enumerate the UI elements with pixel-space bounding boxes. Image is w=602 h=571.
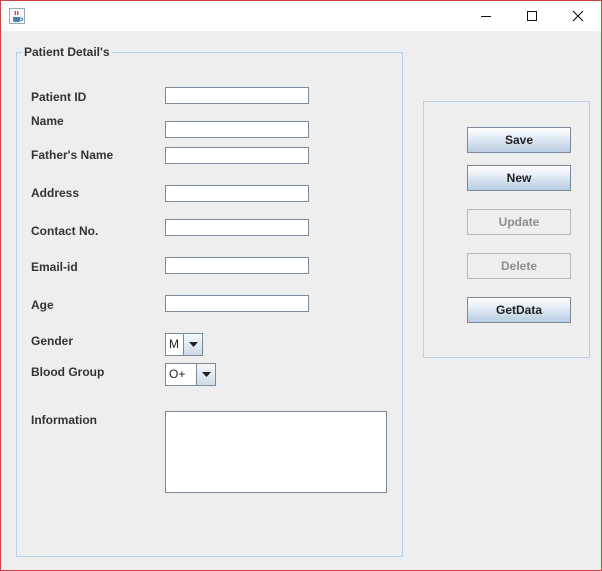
minimize-button[interactable]	[463, 1, 509, 31]
fathers-name-field[interactable]	[165, 147, 309, 164]
gender-dropdown[interactable]: M	[165, 333, 203, 356]
gender-selected: M	[169, 337, 179, 351]
title-bar	[1, 1, 601, 31]
age-field[interactable]	[165, 295, 309, 312]
java-cup-icon	[9, 8, 25, 24]
chevron-down-icon[interactable]	[196, 364, 215, 385]
address-label: Address	[31, 186, 80, 200]
information-label: Information	[31, 413, 97, 427]
patient-id-field[interactable]	[165, 87, 309, 104]
patient-id-label: Patient ID	[31, 90, 87, 104]
contact-no-label: Contact No.	[31, 224, 99, 238]
email-id-field[interactable]	[165, 257, 309, 274]
name-field[interactable]	[165, 121, 309, 138]
chevron-down-icon[interactable]	[183, 334, 202, 355]
delete-button[interactable]: Delete	[467, 253, 571, 279]
blood-group-label: Blood Group	[31, 365, 105, 379]
information-textarea[interactable]	[165, 411, 387, 493]
maximize-icon	[527, 11, 537, 21]
age-label: Age	[31, 298, 54, 312]
gender-label: Gender	[31, 334, 74, 348]
email-id-label: Email-id	[31, 260, 78, 274]
patient-details-title: Patient Detail's	[22, 45, 112, 59]
blood-group-dropdown[interactable]: O+	[165, 363, 216, 386]
fathers-name-label: Father's Name	[31, 148, 114, 162]
close-button[interactable]	[555, 1, 601, 31]
update-button[interactable]: Update	[467, 209, 571, 235]
save-button[interactable]: Save	[467, 127, 571, 153]
getdata-button[interactable]: GetData	[467, 297, 571, 323]
app-window: Patient Detail's Patient ID Name Father'…	[0, 0, 602, 571]
maximize-button[interactable]	[509, 1, 555, 31]
new-button[interactable]: New	[467, 165, 571, 191]
name-label: Name	[31, 114, 64, 128]
minimize-icon	[481, 16, 491, 17]
close-icon	[572, 10, 584, 22]
contact-no-field[interactable]	[165, 219, 309, 236]
blood-group-selected: O+	[169, 367, 186, 381]
address-field[interactable]	[165, 185, 309, 202]
